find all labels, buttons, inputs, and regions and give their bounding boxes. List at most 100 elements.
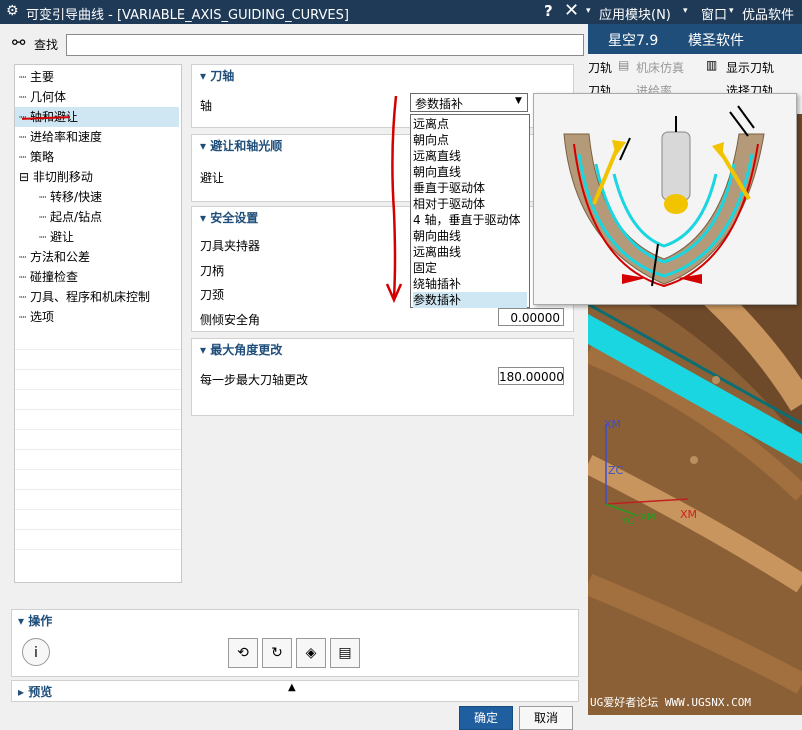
axis-option[interactable]: 相对于驱动体 — [413, 196, 527, 212]
group-title: 刀轴 — [210, 69, 235, 83]
menu-window[interactable]: 窗口 — [701, 4, 727, 23]
nav-item-avoidance[interactable]: ┈ 避让 — [39, 227, 74, 247]
help-icon[interactable]: ? — [544, 2, 553, 20]
generate-icon[interactable]: ⟲ — [228, 638, 258, 668]
replay-icon[interactable]: ↻ — [262, 638, 292, 668]
tilt-safety-angle-label: 侧倾安全角 — [200, 313, 261, 327]
toolbar-toolpath[interactable]: 刀轨 — [588, 59, 612, 76]
show-toolpath-icon[interactable]: ▥ — [706, 58, 717, 72]
menu-youpin[interactable]: 优品软件 — [742, 4, 794, 23]
axis-preview-image — [533, 93, 797, 305]
axis-option[interactable]: 固定 — [413, 260, 527, 276]
axis-label-xm2: XM — [640, 512, 656, 523]
chevron-down-icon[interactable]: ▾ — [729, 6, 734, 16]
chevron-down-icon[interactable]: ▾ — [683, 6, 688, 16]
divider — [15, 489, 181, 490]
avoid-label: 避让 — [200, 171, 225, 185]
axis-options-list: 远离点 朝向点 远离直线 朝向直线 垂直于驱动体 相对于驱动体 4 轴，垂直于驱… — [410, 114, 530, 308]
divider — [15, 429, 181, 430]
axis-option[interactable]: 远离直线 — [413, 148, 527, 164]
group-title: 预览 — [28, 685, 53, 699]
group-title: 安全设置 — [210, 211, 259, 225]
nav-item-label: 策略 — [30, 150, 55, 164]
collapse-arrow-icon[interactable]: ▲ — [288, 682, 296, 693]
close-icon[interactable]: ✕ — [564, 0, 579, 21]
toolbar-show-toolpath[interactable]: 显示刀轨 — [726, 59, 774, 76]
nav-item-label: 几何体 — [30, 90, 67, 104]
axis-label-zc: ZC — [608, 464, 624, 477]
group-safety-header[interactable]: ▾ 安全设置 — [200, 209, 258, 226]
axis-option[interactable]: 4 轴，垂直于驱动体 — [413, 212, 527, 228]
nav-item-collision-check[interactable]: ┈ 碰撞检查 — [19, 267, 78, 287]
axis-option[interactable]: 朝向直线 — [413, 164, 527, 180]
group-title: 操作 — [28, 614, 53, 628]
group-tool-axis-header[interactable]: ▾ 刀轴 — [200, 67, 234, 84]
search-input[interactable] — [66, 34, 584, 56]
machine-sim-icon[interactable]: ▤ — [618, 58, 629, 72]
parametric-interpolation-illustration — [534, 94, 796, 304]
list-icon[interactable]: ▤ — [330, 638, 360, 668]
cancel-button[interactable]: 取消 — [519, 706, 573, 730]
nav-item-feeds-speeds[interactable]: ┈ 进给率和速度 — [19, 127, 102, 147]
nav-item-tool-program-machine[interactable]: ┈ 刀具、程序和机床控制 — [19, 287, 150, 307]
nav-item-label: 转移/快速 — [50, 190, 103, 204]
axis-option[interactable]: 绕轴插补 — [413, 276, 527, 292]
divider — [15, 409, 181, 410]
title-bar: ⚙ 可变引导曲线 - [VARIABLE_AXIS_GUIDING_CURVES… — [0, 0, 802, 24]
search-label: 查找 — [34, 38, 59, 52]
preview-header[interactable]: ▸ 预览 — [18, 683, 52, 700]
axis-option-selected[interactable]: 参数插补 — [413, 292, 527, 308]
nav-item-main[interactable]: ┈ 主要 — [19, 67, 54, 87]
neck-label: 刀颈 — [200, 288, 225, 302]
collapse-icon[interactable]: ⊟ — [19, 170, 29, 184]
axis-label: 轴 — [200, 99, 213, 113]
divider — [15, 449, 181, 450]
operations-header[interactable]: ▾ 操作 — [18, 612, 52, 629]
tilt-safety-angle-field[interactable]: 0.00000 — [498, 308, 564, 326]
axis-option[interactable]: 朝向点 — [413, 132, 527, 148]
banner-tab-mosheng[interactable]: 模圣软件 — [688, 30, 744, 50]
group-max-angle: ▾ 最大角度更改 每一步最大刀轴更改 180.00000 — [191, 338, 574, 416]
axis-label-yc: YC — [622, 516, 635, 527]
nav-item-label: 进给率和速度 — [30, 130, 103, 144]
nav-item-options[interactable]: ┈ 选项 — [19, 307, 54, 327]
nav-item-geometry[interactable]: ┈ 几何体 — [19, 87, 66, 107]
axis-option[interactable]: 朝向曲线 — [413, 228, 527, 244]
shank-label: 刀柄 — [200, 264, 225, 278]
nav-item-label: 碰撞检查 — [30, 270, 79, 284]
menu-application[interactable]: 应用模块(N) — [599, 4, 671, 23]
nav-item-label: 选项 — [30, 310, 55, 324]
axis-label-xm: XM — [604, 418, 622, 431]
verify-icon[interactable]: ◈ — [296, 638, 326, 668]
info-icon[interactable]: i — [22, 638, 50, 666]
dialog-title: 可变引导曲线 - [VARIABLE_AXIS_GUIDING_CURVES] — [26, 8, 349, 23]
divider — [15, 349, 181, 350]
binoculars-icon[interactable]: ⚯ — [12, 33, 25, 52]
nav-item-strategy[interactable]: ┈ 策略 — [19, 147, 54, 167]
gear-icon[interactable]: ⚙ — [6, 3, 19, 19]
nav-item-start-drill[interactable]: ┈ 起点/钻点 — [39, 207, 102, 227]
ribbon-banner: 星空7.9 模圣软件 — [588, 24, 802, 54]
chevron-down-icon[interactable]: ▾ — [586, 6, 591, 16]
axis-option[interactable]: 远离点 — [413, 116, 527, 132]
nav-item-method-tolerance[interactable]: ┈ 方法和公差 — [19, 247, 90, 267]
axis-option[interactable]: 远离曲线 — [413, 244, 527, 260]
axis-dropdown[interactable]: 参数插补 ▼ — [410, 93, 528, 112]
ok-button[interactable]: 确定 — [459, 706, 513, 730]
nav-item-transfer-rapid[interactable]: ┈ 转移/快速 — [39, 187, 102, 207]
axis-dropdown-value: 参数插补 — [415, 97, 464, 111]
divider — [15, 509, 181, 510]
group-max-angle-header[interactable]: ▾ 最大角度更改 — [200, 341, 282, 358]
divider — [15, 369, 181, 370]
max-axis-change-field[interactable]: 180.00000 — [498, 367, 564, 385]
banner-tab-xingkong[interactable]: 星空7.9 — [608, 30, 658, 50]
group-title: 避让和轴光顺 — [210, 139, 283, 153]
annotation-arrow — [385, 95, 403, 304]
axis-option[interactable]: 垂直于驱动体 — [413, 180, 527, 196]
group-avoidance-header[interactable]: ▾ 避让和轴光顺 — [200, 137, 282, 154]
nav-item-non-cutting[interactable]: ⊟ 非切削移动 — [19, 167, 93, 187]
nav-item-label: 非切削移动 — [32, 170, 93, 184]
chevron-down-icon[interactable]: ▼ — [515, 96, 522, 106]
toolbar-machine-sim[interactable]: 机床仿真 — [636, 59, 684, 76]
divider — [15, 549, 181, 550]
